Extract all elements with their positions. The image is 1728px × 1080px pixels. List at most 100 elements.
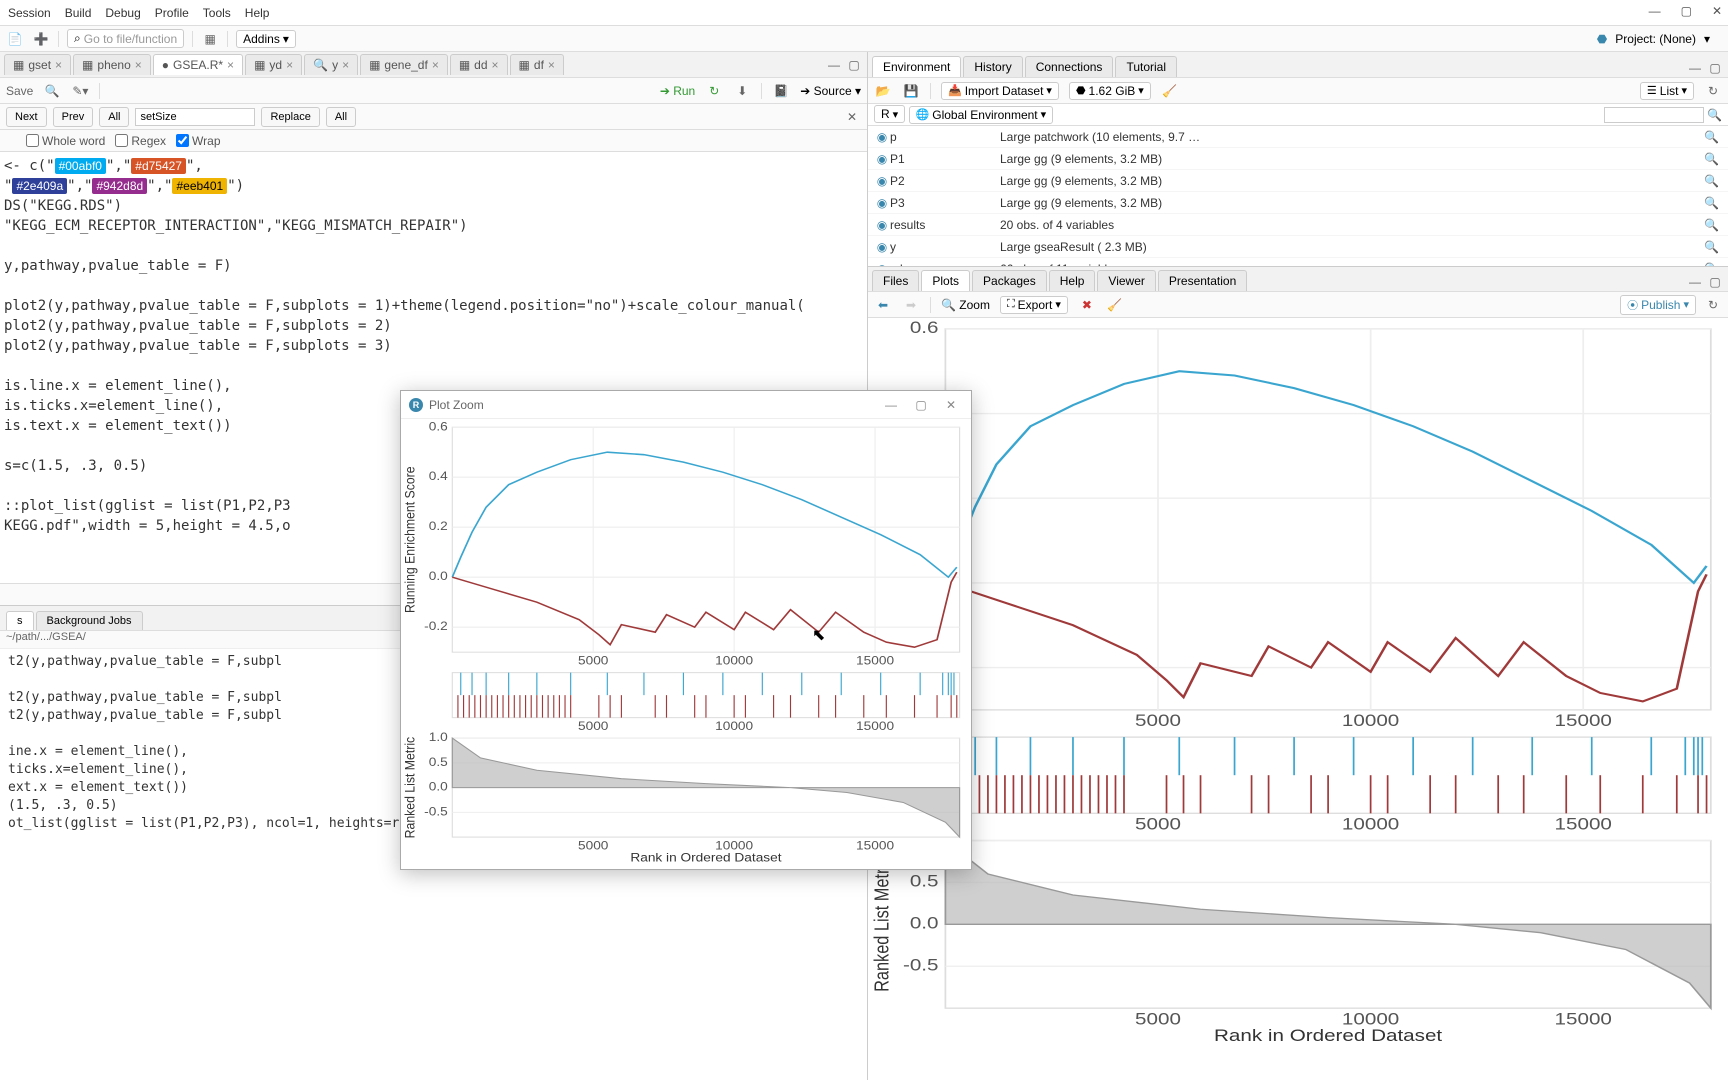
prev-plot-icon[interactable]: ⬅ xyxy=(874,296,892,314)
import-dataset-dropdown[interactable]: 📥 Import Dataset ▾ xyxy=(941,82,1059,100)
next-plot-icon[interactable]: ➡ xyxy=(902,296,920,314)
console-tab-terminal[interactable]: s xyxy=(6,611,34,630)
zoom-close-icon[interactable]: ✕ xyxy=(939,398,963,412)
find-next-button[interactable]: Next xyxy=(6,107,47,127)
export-dropdown[interactable]: ⛶ Export ▾ xyxy=(1000,296,1068,314)
addins-dropdown[interactable]: Addins▾ xyxy=(236,30,296,48)
tab-environment[interactable]: Environment xyxy=(872,56,961,77)
whole-word-checkbox[interactable]: Whole word xyxy=(26,134,105,148)
env-search-input[interactable] xyxy=(1604,107,1704,123)
tab-tutorial[interactable]: Tutorial xyxy=(1115,56,1177,77)
grid-icon[interactable]: ▦ xyxy=(201,30,219,48)
tab-viewer[interactable]: Viewer xyxy=(1097,270,1155,291)
close-icon[interactable]: ✕ xyxy=(1712,4,1722,18)
tab-help[interactable]: Help xyxy=(1049,270,1096,291)
svg-text:0.2: 0.2 xyxy=(429,519,448,533)
env-row[interactable]: ◉yd66 obs. of 11 variables🔍 xyxy=(868,258,1728,266)
plots-min-icon[interactable]: — xyxy=(1686,273,1704,291)
wand-icon[interactable]: ✎▾ xyxy=(71,82,89,100)
tab-packages[interactable]: Packages xyxy=(972,270,1047,291)
save-button[interactable]: Save xyxy=(6,84,33,98)
load-ws-icon[interactable]: 📂 xyxy=(874,82,892,100)
tab-plots[interactable]: Plots xyxy=(921,270,970,291)
main-toolbar: 📄 ➕ ⌕Go to file/function ▦ Addins▾ ⬣ Pro… xyxy=(0,26,1728,52)
plots-toolbar: ⬅ ➡ 🔍 Zoom ⛶ Export ▾ ✖ 🧹 ⦿ Publish ▾ ↻ xyxy=(868,292,1728,318)
svg-text:5000: 5000 xyxy=(578,719,608,733)
list-view-dropdown[interactable]: ☰ List ▾ xyxy=(1640,82,1694,100)
tab-presentation[interactable]: Presentation xyxy=(1158,270,1247,291)
tab-gene-df[interactable]: ▦ gene_df× xyxy=(360,54,448,75)
wrap-checkbox[interactable]: Wrap xyxy=(176,134,220,148)
source-button[interactable]: ➔ Source ▾ xyxy=(800,84,861,98)
env-max-icon[interactable]: ▢ xyxy=(1706,59,1724,77)
lang-scope[interactable]: R ▾ xyxy=(874,105,905,123)
env-scope-dropdown[interactable]: 🌐 Global Environment ▾ xyxy=(909,106,1054,124)
tab-dd[interactable]: ▦ dd× xyxy=(450,54,508,75)
replace-button[interactable]: Replace xyxy=(261,107,319,127)
env-min-icon[interactable]: — xyxy=(1686,59,1704,77)
replace-all-button[interactable]: All xyxy=(326,107,356,127)
run-button[interactable]: ➔ Run xyxy=(660,84,695,98)
find-icon[interactable]: 🔍 xyxy=(43,82,61,100)
minimize-pane-icon[interactable]: — xyxy=(825,56,843,74)
refresh-env-icon[interactable]: ↻ xyxy=(1704,82,1722,100)
env-row[interactable]: ◉P1Large gg (9 elements, 3.2 MB)🔍 xyxy=(868,148,1728,170)
new-file-icon[interactable]: 📄 xyxy=(6,30,24,48)
publish-dropdown[interactable]: ⦿ Publish ▾ xyxy=(1620,295,1696,315)
svg-text:0.0: 0.0 xyxy=(910,914,939,932)
zoom-max-icon[interactable]: ▢ xyxy=(909,398,933,412)
zoom-titlebar[interactable]: R Plot Zoom — ▢ ✕ xyxy=(401,391,971,419)
svg-text:0.0: 0.0 xyxy=(429,569,448,583)
tab-gset[interactable]: ▦ gset× xyxy=(4,54,71,75)
find-input[interactable] xyxy=(135,108,255,126)
svg-text:0.5: 0.5 xyxy=(429,755,448,769)
down-icon[interactable]: ⬇ xyxy=(733,82,751,100)
maximize-pane-icon[interactable]: ▢ xyxy=(845,56,863,74)
plots-max-icon[interactable]: ▢ xyxy=(1706,273,1724,291)
console-tab-bgjobs[interactable]: Background Jobs xyxy=(36,611,143,630)
tab-pheno[interactable]: ▦ pheno× xyxy=(73,54,151,75)
tab-connections[interactable]: Connections xyxy=(1025,56,1114,77)
tab-history[interactable]: History xyxy=(963,56,1022,77)
notebook-icon[interactable]: 📓 xyxy=(772,82,790,100)
save-ws-icon[interactable]: 💾 xyxy=(902,82,920,100)
env-scope: R ▾ 🌐 Global Environment ▾ 🔍 xyxy=(868,104,1728,126)
close-find-icon[interactable]: ✕ xyxy=(843,108,861,126)
minimize-icon[interactable]: — xyxy=(1649,4,1661,18)
broom-icon[interactable]: 🧹 xyxy=(1161,82,1179,100)
maximize-icon[interactable]: ▢ xyxy=(1681,4,1692,18)
env-row[interactable]: ◉P2Large gg (9 elements, 3.2 MB)🔍 xyxy=(868,170,1728,192)
regex-checkbox[interactable]: Regex xyxy=(115,134,166,148)
rerun-icon[interactable]: ↻ xyxy=(705,82,723,100)
plot-zoom-window[interactable]: R Plot Zoom — ▢ ✕ -0.20.00.20.40.6Runnin… xyxy=(400,390,972,870)
zoom-button[interactable]: 🔍 Zoom xyxy=(941,298,990,312)
menu-tools[interactable]: Tools xyxy=(203,6,231,20)
goto-file-input[interactable]: ⌕Go to file/function xyxy=(67,29,184,48)
env-row[interactable]: ◉P3Large gg (9 elements, 3.2 MB)🔍 xyxy=(868,192,1728,214)
env-row[interactable]: ◉pLarge patchwork (10 elements, 9.7 …🔍 xyxy=(868,126,1728,148)
project-menu[interactable]: Project: (None) xyxy=(1615,32,1696,46)
menubar: Session Build Debug Profile Tools Help xyxy=(0,0,1728,26)
svg-text:10000: 10000 xyxy=(715,653,753,667)
refresh-plot-icon[interactable]: ↻ xyxy=(1704,296,1722,314)
menu-build[interactable]: Build xyxy=(65,6,92,20)
menu-session[interactable]: Session xyxy=(8,6,51,20)
find-prev-button[interactable]: Prev xyxy=(53,107,94,127)
menu-help[interactable]: Help xyxy=(245,6,270,20)
find-all-button[interactable]: All xyxy=(99,107,129,127)
memory-indicator[interactable]: ⬣ 1.62 GiB ▾ xyxy=(1069,82,1151,100)
menu-profile[interactable]: Profile xyxy=(155,6,189,20)
tab-df[interactable]: ▦ df× xyxy=(510,54,564,75)
svg-text:0.6: 0.6 xyxy=(910,318,939,336)
env-row[interactable]: ◉results20 obs. of 4 variables🔍 xyxy=(868,214,1728,236)
zoom-min-icon[interactable]: — xyxy=(879,398,903,412)
tab-files[interactable]: Files xyxy=(872,270,919,291)
menu-debug[interactable]: Debug xyxy=(105,6,140,20)
tab-y[interactable]: 🔍 y× xyxy=(304,54,358,75)
tab-gsea-r[interactable]: ● GSEA.R*× xyxy=(153,54,243,75)
env-row[interactable]: ◉yLarge gseaResult ( 2.3 MB)🔍 xyxy=(868,236,1728,258)
new-project-icon[interactable]: ➕ xyxy=(32,30,50,48)
clear-plots-icon[interactable]: 🧹 xyxy=(1106,296,1124,314)
remove-plot-icon[interactable]: ✖ xyxy=(1078,296,1096,314)
tab-yd[interactable]: ▦ yd× xyxy=(245,54,302,75)
